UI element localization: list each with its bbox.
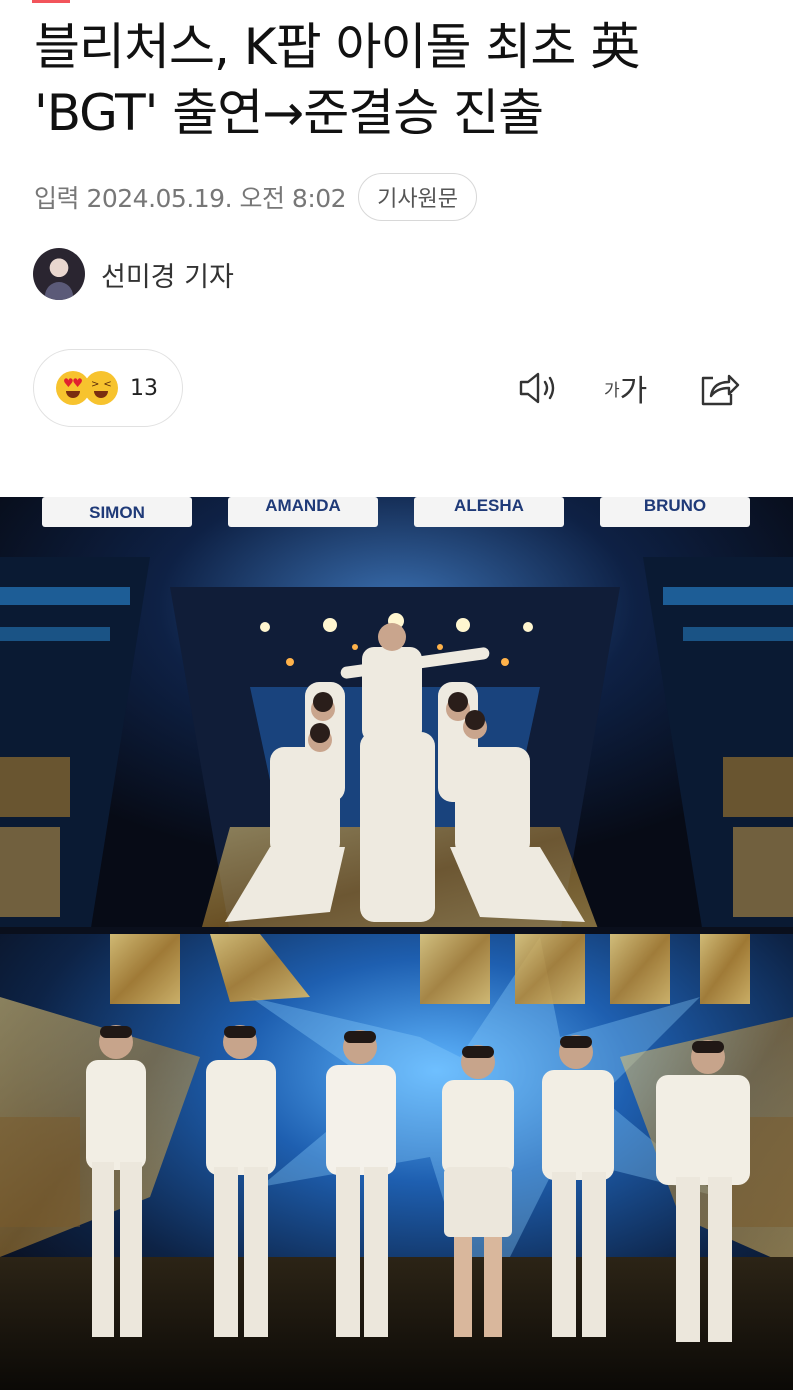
share-button[interactable] [697, 366, 741, 410]
reporter[interactable]: 선미경 기자 [33, 247, 234, 301]
reaction-count: 13 [130, 375, 158, 401]
heart-eyes-emoji-icon [56, 371, 90, 405]
stage-photo-illustration: SIMON AMANDA ALESHA BRUNO [0, 497, 793, 1390]
judge-name-alesha: ALESHA [454, 497, 524, 515]
original-article-button[interactable]: 기사원문 [358, 173, 478, 221]
published-date: 입력 2024.05.19. 오전 8:02 [34, 184, 347, 213]
article-photo: SIMON AMANDA ALESHA BRUNO [0, 497, 793, 1390]
share-icon [701, 374, 740, 406]
reaction-button[interactable]: >< 13 [33, 349, 183, 427]
font-size-button[interactable]: 가 가 [604, 366, 647, 410]
article-meta: 입력 2024.05.19. 오전 8:02 기사원문 [34, 172, 478, 222]
reporter-name: 선미경 기자 [101, 261, 234, 293]
top-accent-bar [32, 0, 70, 3]
judge-name-amanda: AMANDA [265, 497, 341, 515]
judge-name-simon: SIMON [89, 503, 145, 522]
reporter-avatar [33, 248, 85, 300]
speaker-button[interactable] [517, 366, 561, 410]
speaker-icon [519, 372, 555, 404]
judge-name-bruno: BRUNO [644, 497, 706, 515]
article-title: 블리처스, K팝 아이돌 최초 英 'BGT' 출연→준결승 진출 [34, 18, 640, 142]
font-small-label: 가 [604, 380, 620, 401]
font-large-label: 가 [619, 374, 648, 409]
